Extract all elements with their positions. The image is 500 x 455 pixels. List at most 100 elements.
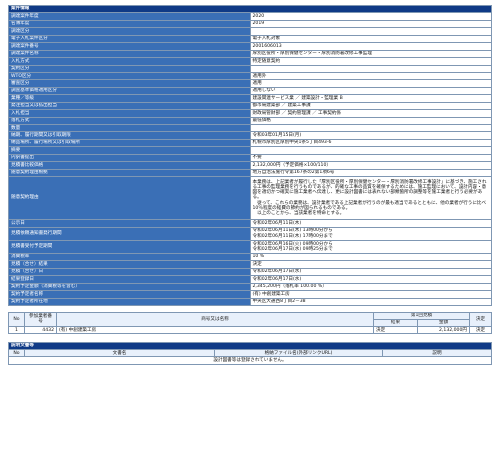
row-label: 見積（合せ）結果 (8, 260, 251, 269)
table-row: 1 4432 (有) 中創建築工房 決定 2,132,000円 決定 (8, 325, 492, 335)
row-value: 都市局建築部 ／ 建築工事課 (249, 101, 492, 111)
info-row: 契約予定者所在地 中央区大通西8丁目2－38 (8, 297, 492, 306)
info-row: 電子入札案件区分 電子入札対象 (8, 34, 492, 44)
cell-result: 決定 (373, 325, 418, 335)
row-label: 見積依頼通知書発行期間 (8, 226, 251, 241)
row-value: 札幌市厚別区厚別中央1条5丁目493-6 (249, 138, 492, 148)
col-result: 結果 (373, 318, 418, 327)
info-row: 消費税率 10 % (8, 252, 492, 262)
row-label: 納期、履行期間又は引取期限 (8, 131, 251, 140)
row-value: 令和02年06月17日(水) (249, 267, 492, 277)
row-label: 消費税率 (8, 252, 251, 262)
row-label: 結果登録日 (8, 275, 251, 284)
info-row: 結果登録日 令和02年06月17日(水) (8, 275, 492, 284)
row-value (249, 146, 492, 155)
info-row: 見積依頼通知書発行期間 令和02年06月11日(木) 13時00分から 令和02年0… (8, 226, 492, 241)
row-value: 令和02年06月11日(木) (249, 219, 492, 228)
info-row: 調達区分 (8, 27, 492, 36)
row-value: 令和02年06月16日(火) 09時00分から 令和02年06月17日(水) 09… (249, 239, 492, 254)
info-row: 契約予定金額（消費税等を含む） 2,345,200円（落札率 100.00 %） (8, 282, 492, 292)
col-no: No (8, 311, 25, 327)
row-value: 建設関連サービス業 ／ 建築設計・監理業 B (249, 94, 492, 103)
info-row: 契約予定者名称 (有) 中創建築工房 (8, 290, 492, 299)
info-row: 内訳書提出 不要 (8, 153, 492, 163)
row-value (249, 123, 492, 133)
cell-no: 1 (8, 325, 25, 335)
row-value: 令和02年06月17日(水) (249, 275, 492, 284)
info-row: 納期、履行期間又は引取期限 令和03年01月15日(月) (8, 131, 492, 140)
info-row: 審査区分 適用 (8, 79, 492, 88)
info-row: 調査基準価格適用区分 適用しない (8, 86, 492, 96)
info-row: 摘要 (8, 146, 492, 155)
info-row: 落札方式 最低価格 (8, 116, 492, 126)
row-value: 地方自治法施行令第167条の2第1項6号 (249, 168, 492, 178)
row-label: 審査区分 (8, 79, 251, 88)
cell-decision: 決定 (469, 325, 492, 335)
row-value: 中央区大通西8丁目2－38 (249, 297, 492, 306)
info-row: 入札担当 財政局管財部 ／ 契約管理課 ／ 工事契約係 (8, 109, 492, 118)
info-row: 発注担当又は払出担当 都市局建築部 ／ 建築工事課 (8, 101, 492, 111)
row-value (249, 27, 492, 36)
cell-number: 4432 (24, 325, 57, 335)
info-row: 業種／等級 建設関連サービス業 ／ 建築設計・監理業 B (8, 94, 492, 103)
info-row: 調達案件年度 2020 (8, 12, 492, 21)
col-file: 格納ファイル名(外部リンクURL) (214, 349, 383, 358)
row-label: 調査基準価格適用区分 (8, 86, 251, 96)
row-label: 電子入札案件区分 (8, 34, 251, 44)
row-label: 契約予定者所在地 (8, 297, 251, 306)
row-label: 入札方式 (8, 57, 251, 66)
row-value: 適用外 (249, 71, 492, 81)
col-doc: 文書名 (24, 349, 215, 358)
row-label: 調達案件年度 (8, 12, 251, 21)
row-label: 見積書受付予定期間 (8, 239, 251, 254)
row-value: 不要 (249, 153, 492, 163)
info-row: 随意契約理由根拠 地方自治法施行令第167条の2第1項6号 (8, 168, 492, 178)
cell-amount: 2,132,000円 (417, 325, 470, 335)
row-value: 令和03年01月15日(月) (249, 131, 492, 140)
row-label: 調達案件番号 (8, 42, 251, 51)
bid-results-table: No 参加業者番号 商号又は名称 第1回見積 決定 結果 金額 1 4432 (… (8, 311, 492, 335)
row-label: 入札担当 (8, 109, 251, 118)
cell-name: (有) 中創建築工房 (56, 325, 374, 335)
row-label: 摘要 (8, 146, 251, 155)
col-no: No (8, 349, 25, 358)
row-value: 最低価格 (249, 116, 492, 126)
info-row: 見積（合せ）日 令和02年06月17日(水) (8, 267, 492, 277)
info-row: 入札方式 特定随意契約 (8, 57, 492, 66)
row-label: WTO区分 (8, 71, 251, 81)
documents-table: 説明文書等 No 文書名 格納ファイル名(外部リンクURL) 説明 設計図書等は… (8, 342, 492, 365)
row-value: 特定随意契約 (249, 57, 492, 66)
row-value: 2020 (249, 12, 492, 21)
documents-title: 説明文書等 (8, 342, 492, 351)
row-label: 内訳書提出 (8, 153, 251, 163)
info-row: 見積書比較価格 2,132,000円（予定価格×100/110） (8, 161, 492, 170)
row-label: 業種／等級 (8, 94, 251, 103)
col-desc: 説明 (382, 349, 492, 358)
row-value: 10 % (249, 252, 492, 262)
row-value: 適用 (249, 79, 492, 88)
row-label: 調達案件名称 (8, 49, 251, 59)
row-label: 契約区分 (8, 64, 251, 73)
info-row: 公示日 令和02年06月11日(木) (8, 219, 492, 228)
row-value: 2,132,000円（予定価格×100/110） (249, 161, 492, 170)
row-value: 令和02年06月11日(木) 13時00分から 令和02年06月11日(木) 17… (249, 226, 492, 241)
row-value: 決定 (249, 260, 492, 269)
row-label: 契約予定金額（消費税等を含む） (8, 282, 251, 292)
row-label: 随意契約理由根拠 (8, 168, 251, 178)
row-value (249, 64, 492, 73)
info-row: 納品場所、履行場所又は引取場所 札幌市厚別区厚別中央1条5丁目493-6 (8, 138, 492, 148)
row-label: 落札方式 (8, 116, 251, 126)
info-row: 契約区分 (8, 64, 492, 73)
row-value: 2,345,200円（落札率 100.00 %） (249, 282, 492, 292)
row-value: 厚別区役所・厚別保健センター・厚別消防署改修工事監理 (249, 49, 492, 59)
empty-note: 設計図書等は登録されていません。 (8, 356, 492, 365)
info-row: 見積（合せ）結果 決定 (8, 260, 492, 269)
info-row: 見積書受付予定期間 令和02年06月16日(火) 09時00分から 令和02年06月… (8, 239, 492, 254)
info-row: 調達案件名称 厚別区役所・厚別保健センター・厚別消防署改修工事監理 (8, 49, 492, 59)
case-info-table: 案件情報 調達案件年度 2020 名簿年度 2019 調達区分 電子入札案件区分 電子入札対… (8, 4, 492, 306)
row-label: 見積書比較価格 (8, 161, 251, 170)
row-label: 調達区分 (8, 27, 251, 36)
info-row: WTO区分 適用外 (8, 71, 492, 81)
col-first: 第1回見積 (373, 311, 470, 320)
row-value: 2001606013 (249, 42, 492, 51)
